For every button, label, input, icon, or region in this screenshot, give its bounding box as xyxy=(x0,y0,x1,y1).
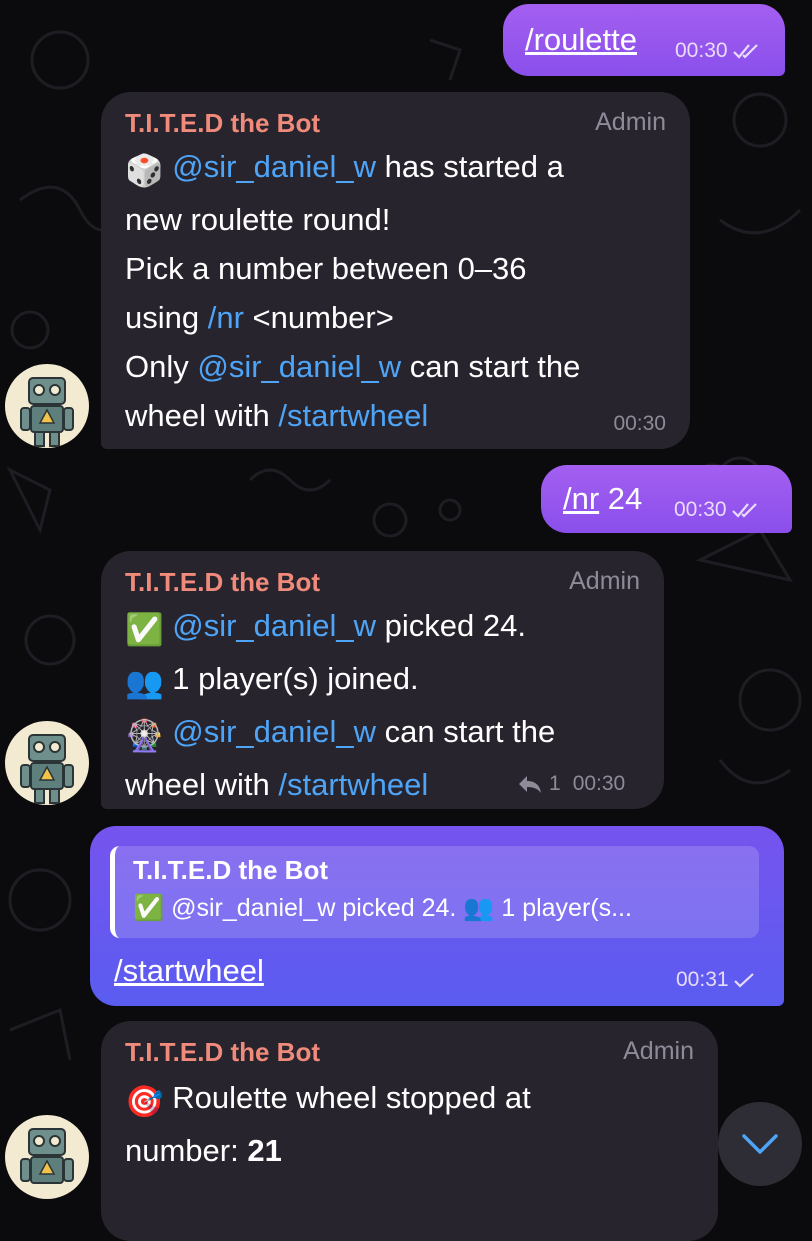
scroll-to-bottom-button[interactable] xyxy=(718,1102,802,1186)
user-mention[interactable]: @sir_daniel_w xyxy=(172,149,376,184)
admin-badge: Admin xyxy=(623,1037,694,1065)
outgoing-message-nr[interactable]: /nr 24 00:30 xyxy=(541,465,792,533)
message-line: using /nr <number> xyxy=(125,293,580,342)
message-text: wheel with xyxy=(125,398,279,433)
robot-avatar-icon xyxy=(20,1128,74,1184)
message-line: 🎡 @sir_daniel_w can start the xyxy=(125,707,555,760)
message-text: can start the xyxy=(376,714,556,749)
robot-avatar-icon xyxy=(20,734,74,804)
message-text: 1 player(s) joined. xyxy=(172,661,419,696)
bot-message-result: T.I.T.E.D the Bot Admin 🎯 Roulette wheel… xyxy=(101,1021,718,1241)
command-argument: 24 xyxy=(599,481,643,516)
sender-name[interactable]: T.I.T.E.D the Bot xyxy=(125,567,320,598)
message-time: 00:30 xyxy=(675,39,760,63)
message-line: 🎯 Roulette wheel stopped at xyxy=(125,1073,531,1126)
admin-badge: Admin xyxy=(595,108,666,136)
message-time: 00:30 xyxy=(613,412,666,435)
command-link-startwheel[interactable]: /startwheel xyxy=(278,398,428,433)
check-mark-icon: ✅ xyxy=(125,612,164,647)
command-link-startwheel[interactable]: /startwheel xyxy=(278,767,428,802)
message-text: can start the xyxy=(401,349,581,384)
message-text: number: xyxy=(125,1133,248,1168)
command-link[interactable]: /nr xyxy=(563,481,599,516)
message-text: Only xyxy=(125,349,198,384)
message-time: 00:30 xyxy=(674,498,759,522)
command-link[interactable]: /startwheel xyxy=(114,946,264,995)
result-number: 21 xyxy=(247,1133,282,1168)
command-link[interactable]: /roulette xyxy=(525,15,637,64)
sender-name[interactable]: T.I.T.E.D the Bot xyxy=(125,1037,320,1068)
outgoing-message-startwheel[interactable]: T.I.T.E.D the Bot ✅ @sir_daniel_w picked… xyxy=(90,826,784,1006)
message-line: 👥 1 player(s) joined. xyxy=(125,654,555,707)
message-line: wheel with /startwheel xyxy=(125,391,580,440)
message-text: <number> xyxy=(243,300,394,335)
time-label: 00:31 xyxy=(676,968,729,991)
message-text: picked 24. xyxy=(376,608,526,643)
bot-avatar[interactable] xyxy=(5,364,89,448)
user-mention[interactable]: @sir_daniel_w xyxy=(197,349,401,384)
admin-badge: Admin xyxy=(569,567,640,595)
reply-counter[interactable]: 1 00:30 xyxy=(517,772,625,796)
message-line: ✅ @sir_daniel_w picked 24. xyxy=(125,601,555,654)
quote-text: ✅ @sir_daniel_w picked 24. 👥 1 player(s.… xyxy=(133,894,632,922)
message-line: /nr 24 xyxy=(563,474,642,523)
chevron-down-icon xyxy=(742,1134,778,1154)
reply-count: 1 xyxy=(549,772,561,795)
ferris-wheel-icon: 🎡 xyxy=(125,718,164,753)
command-link-nr[interactable]: /nr xyxy=(208,300,244,335)
time-label: 00:30 xyxy=(572,772,626,795)
outgoing-message-roulette[interactable]: /roulette 00:30 xyxy=(503,4,785,76)
message-line: number: 21 xyxy=(125,1126,531,1175)
bot-message-round-started: T.I.T.E.D the Bot Admin 🎲 @sir_daniel_w … xyxy=(101,92,690,449)
double-check-icon xyxy=(731,503,757,518)
double-check-icon xyxy=(732,44,758,59)
quoted-message[interactable]: T.I.T.E.D the Bot ✅ @sir_daniel_w picked… xyxy=(110,846,759,938)
quote-sender: T.I.T.E.D the Bot xyxy=(133,855,328,885)
bot-message-picked: T.I.T.E.D the Bot Admin ✅ @sir_daniel_w … xyxy=(101,551,664,809)
message-text: has started a xyxy=(376,149,564,184)
bot-avatar[interactable] xyxy=(5,1115,89,1199)
players-icon: 👥 xyxy=(125,665,164,700)
user-mention[interactable]: @sir_daniel_w xyxy=(172,608,376,643)
message-time: 00:31 xyxy=(676,968,755,992)
robot-avatar-icon xyxy=(20,377,74,447)
dice-icon: 🎲 xyxy=(125,153,164,188)
user-mention[interactable]: @sir_daniel_w xyxy=(172,714,376,749)
reply-arrow-icon xyxy=(519,776,541,793)
sender-name[interactable]: T.I.T.E.D the Bot xyxy=(125,108,320,139)
time-label: 00:30 xyxy=(675,39,728,62)
message-line: 🎲 @sir_daniel_w has started a xyxy=(125,142,580,195)
message-text: Roulette wheel stopped at xyxy=(163,1080,531,1115)
target-icon: 🎯 xyxy=(125,1084,164,1119)
check-icon xyxy=(733,973,754,988)
message-text: new roulette round! xyxy=(125,202,391,237)
message-line: Only @sir_daniel_w can start the xyxy=(125,342,580,391)
time-label: 00:30 xyxy=(674,498,727,521)
message-text: wheel with xyxy=(125,767,279,802)
bot-avatar[interactable] xyxy=(5,721,89,805)
message-line: wheel with /startwheel xyxy=(125,760,555,809)
message-text: using xyxy=(125,300,208,335)
message-text: Pick a number between 0–36 xyxy=(125,251,527,286)
